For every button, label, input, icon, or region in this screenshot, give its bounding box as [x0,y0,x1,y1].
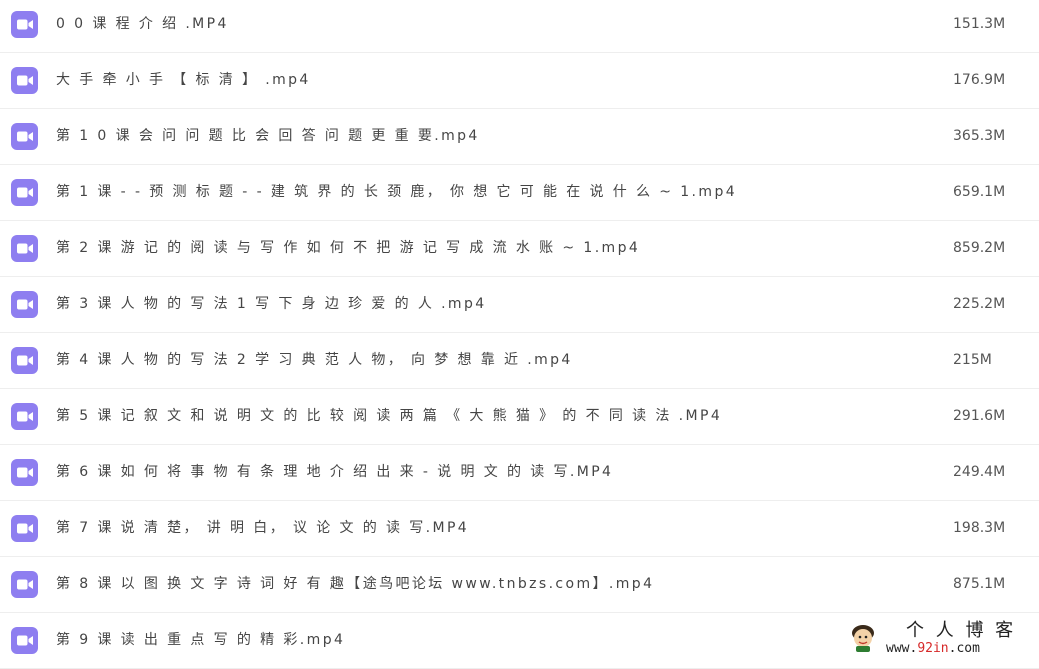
video-file-icon [11,11,38,38]
file-name[interactable]: 大 手 牵 小 手 【 标 清 】 .mp4 [56,70,311,90]
file-name[interactable]: 第 2 课 游 记 的 阅 读 与 写 作 如 何 不 把 游 记 写 成 流 … [56,238,640,258]
file-name[interactable]: 第 1 0 课 会 问 问 题 比 会 回 答 问 题 更 重 要.mp4 [56,126,480,146]
file-row[interactable]: 大 手 牵 小 手 【 标 清 】 .mp4 176.9M [0,53,1039,109]
file-name[interactable]: 第 8 课 以 图 换 文 字 诗 词 好 有 趣【途鸟吧论坛 www.tnbz… [56,574,654,594]
video-file-icon [11,403,38,430]
watermark: 个 人 博 客 www.92in.com [846,621,1026,657]
file-name[interactable]: 第 5 课 记 叙 文 和 说 明 文 的 比 较 阅 读 两 篇 《 大 熊 … [56,406,722,426]
file-size: 875.1M [953,576,1006,592]
mascot-logo-icon [852,625,874,652]
video-file-icon [11,459,38,486]
file-size: 151.3M [953,16,1006,32]
file-list: 0 0 课 程 介 绍 .MP4 151.3M 大 手 牵 小 手 【 标 清 】 … [0,0,1039,669]
video-file-icon [11,627,38,654]
file-row[interactable]: 第 7 课 说 清 楚， 讲 明 白， 议 论 文 的 读 写.MP4 198.3… [0,501,1039,557]
file-size: 249.4M [953,464,1006,480]
file-size: 365.3M [953,128,1006,144]
watermark-url: www.92in.com [886,641,980,656]
watermark-title: 个 人 博 客 [906,620,1017,641]
file-size: 659.1M [953,184,1006,200]
file-name[interactable]: 0 0 课 程 介 绍 .MP4 [56,14,229,34]
file-row[interactable]: 第 1 0 课 会 问 问 题 比 会 回 答 问 题 更 重 要.mp4 365… [0,109,1039,165]
file-size: 859.2M [953,240,1006,256]
file-name[interactable]: 第 6 课 如 何 将 事 物 有 条 理 地 介 绍 出 来 - 说 明 文 … [56,462,613,482]
video-file-icon [11,347,38,374]
file-size: 198.3M [953,520,1006,536]
file-size: 225.2M [953,296,1006,312]
video-file-icon [11,515,38,542]
file-row[interactable]: 第 1 课 - - 预 测 标 题 - - 建 筑 界 的 长 颈 鹿， 你 想… [0,165,1039,221]
file-name[interactable]: 第 4 课 人 物 的 写 法 2 学 习 典 范 人 物， 向 梦 想 靠 近… [56,350,573,370]
video-file-icon [11,123,38,150]
file-name[interactable]: 第 9 课 读 出 重 点 写 的 精 彩.mp4 [56,630,345,650]
video-file-icon [11,291,38,318]
file-size: 176.9M [953,72,1006,88]
file-name[interactable]: 第 1 课 - - 预 测 标 题 - - 建 筑 界 的 长 颈 鹿， 你 想… [56,182,737,202]
file-row[interactable]: 第 5 课 记 叙 文 和 说 明 文 的 比 较 阅 读 两 篇 《 大 熊 … [0,389,1039,445]
file-name[interactable]: 第 3 课 人 物 的 写 法 1 写 下 身 边 珍 爱 的 人 .mp4 [56,294,487,314]
file-row[interactable]: 第 3 课 人 物 的 写 法 1 写 下 身 边 珍 爱 的 人 .mp4 22… [0,277,1039,333]
file-row[interactable]: 第 8 课 以 图 换 文 字 诗 词 好 有 趣【途鸟吧论坛 www.tnbz… [0,557,1039,613]
file-size: 215M [953,352,992,368]
file-row[interactable]: 0 0 课 程 介 绍 .MP4 151.3M [0,0,1039,53]
file-size: 291.6M [953,408,1006,424]
file-row[interactable]: 第 4 课 人 物 的 写 法 2 学 习 典 范 人 物， 向 梦 想 靠 近… [0,333,1039,389]
video-file-icon [11,179,38,206]
file-row[interactable]: 第 2 课 游 记 的 阅 读 与 写 作 如 何 不 把 游 记 写 成 流 … [0,221,1039,277]
file-name[interactable]: 第 7 课 说 清 楚， 讲 明 白， 议 论 文 的 读 写.MP4 [56,518,469,538]
video-file-icon [11,235,38,262]
video-file-icon [11,571,38,598]
file-row[interactable]: 第 6 课 如 何 将 事 物 有 条 理 地 介 绍 出 来 - 说 明 文 … [0,445,1039,501]
video-file-icon [11,67,38,94]
